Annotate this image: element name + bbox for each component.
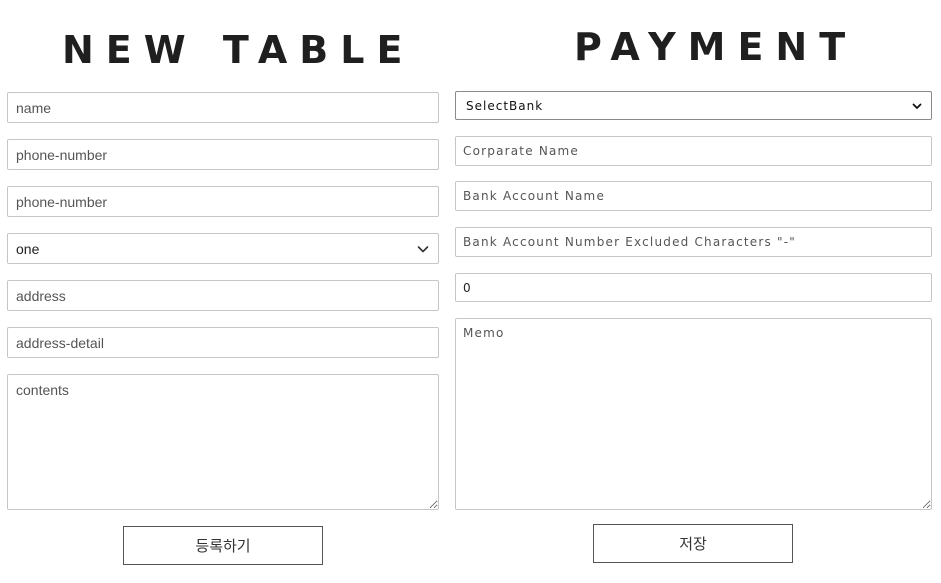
select-arrows-icon — [911, 99, 925, 113]
phone-number-input[interactable] — [7, 139, 439, 170]
contents-textarea[interactable] — [7, 374, 439, 510]
bank-account-number-input[interactable] — [455, 227, 932, 257]
new-table-title: NEW TABLE — [62, 28, 415, 72]
address-input[interactable] — [7, 280, 439, 311]
save-button[interactable]: 저장 — [593, 524, 793, 563]
register-button[interactable]: 등록하기 — [123, 526, 323, 565]
bank-select-value: SelectBank — [466, 98, 544, 113]
chevron-down-icon — [416, 242, 430, 256]
option-select[interactable]: one — [7, 233, 439, 264]
memo-textarea[interactable] — [455, 318, 932, 510]
amount-input[interactable] — [455, 273, 932, 302]
phone-number-2-input[interactable] — [7, 186, 439, 217]
payment-title: PAYMENT — [574, 25, 858, 69]
bank-select[interactable]: SelectBank — [455, 91, 932, 120]
name-input[interactable] — [7, 92, 439, 123]
address-detail-input[interactable] — [7, 327, 439, 358]
corporate-name-input[interactable] — [455, 136, 932, 166]
bank-account-name-input[interactable] — [455, 181, 932, 211]
option-select-value: one — [16, 240, 40, 257]
